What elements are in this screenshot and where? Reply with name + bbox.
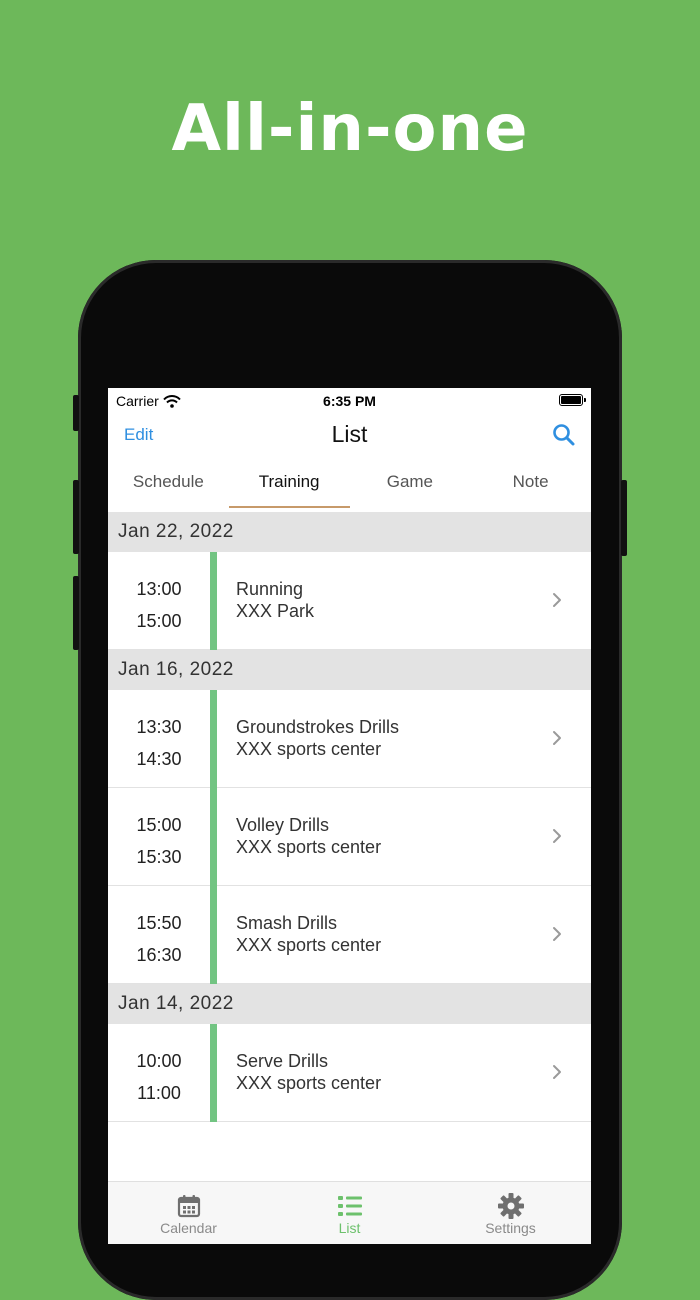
headline: All-in-one xyxy=(171,92,529,166)
tab-bar: Calendar List Settings xyxy=(108,1181,591,1244)
entry-title: Volley Drills xyxy=(236,815,330,835)
time-range: 15:50 16:30 xyxy=(108,907,210,971)
entry-location: XXX Park xyxy=(236,601,315,621)
entry-location: XXX sports center xyxy=(236,739,382,759)
end-time: 14:30 xyxy=(136,749,182,769)
entry-text: Running XXX Park xyxy=(236,578,314,622)
entry-location: XXX sports center xyxy=(236,837,382,857)
list-item[interactable]: 13:30 14:30 Groundstrokes Drills XXX spo… xyxy=(108,690,591,788)
search-icon[interactable] xyxy=(551,422,577,448)
time-range: 13:30 14:30 xyxy=(108,711,210,775)
entry-title: Smash Drills xyxy=(236,913,338,933)
category-bar xyxy=(210,690,217,788)
end-time: 16:30 xyxy=(136,945,182,965)
tabbar-label: List xyxy=(338,1220,361,1236)
section-header: Jan 14, 2022 xyxy=(108,984,591,1024)
phone-side-button xyxy=(621,480,627,556)
status-bar: Carrier 6:35 PM xyxy=(108,388,591,414)
category-bar xyxy=(210,886,217,984)
entry-title: Serve Drills xyxy=(236,1051,329,1071)
calendar-icon xyxy=(177,1195,200,1218)
phone-side-button xyxy=(73,480,79,554)
category-bar xyxy=(210,788,217,886)
end-time: 11:00 xyxy=(137,1083,181,1103)
tabbar-label: Settings xyxy=(485,1220,536,1236)
tab-game[interactable]: Game xyxy=(350,456,471,512)
navigation-bar: Edit List xyxy=(108,414,591,456)
gear-icon xyxy=(497,1193,524,1219)
start-time: 10:00 xyxy=(136,1051,182,1071)
segment-tabs: Schedule Training Game Note xyxy=(108,456,591,512)
training-list: Jan 22, 2022 13:00 15:00 Running XXX Par… xyxy=(108,512,591,1122)
entry-text: Smash Drills XXX sports center xyxy=(236,912,381,956)
list-item[interactable]: 10:00 11:00 Serve Drills XXX sports cent… xyxy=(108,1024,591,1122)
entry-location: XXX sports center xyxy=(236,1073,382,1093)
chevron-right-icon xyxy=(553,927,561,941)
list-item[interactable]: 15:00 15:30 Volley Drills XXX sports cen… xyxy=(108,788,591,886)
page-title: List xyxy=(331,421,368,447)
time-range: 13:00 15:00 xyxy=(108,573,210,637)
status-time: 6:35 PM xyxy=(323,393,376,409)
section-header: Jan 16, 2022 xyxy=(108,650,591,690)
chevron-right-icon xyxy=(553,829,561,843)
category-bar xyxy=(210,1024,217,1122)
chevron-right-icon xyxy=(553,1065,561,1079)
entry-title: Groundstrokes Drills xyxy=(236,717,400,737)
section-header: Jan 22, 2022 xyxy=(108,512,591,552)
tabbar-item-list[interactable]: List xyxy=(269,1182,430,1244)
entry-text: Groundstrokes Drills XXX sports center xyxy=(236,716,399,760)
end-time: 15:00 xyxy=(136,611,182,631)
phone-side-button xyxy=(73,395,79,431)
start-time: 13:00 xyxy=(136,579,182,599)
time-range: 15:00 15:30 xyxy=(108,809,210,873)
start-time: 15:00 xyxy=(136,815,182,835)
entry-text: Serve Drills XXX sports center xyxy=(236,1050,381,1094)
tab-training[interactable]: Training xyxy=(228,456,350,512)
entry-location: XXX sports center xyxy=(236,935,382,955)
category-bar xyxy=(210,552,217,650)
list-icon xyxy=(337,1196,362,1216)
battery-icon xyxy=(559,394,586,406)
start-time: 13:30 xyxy=(136,717,182,737)
time-range: 10:00 11:00 xyxy=(108,1045,210,1109)
tabbar-item-calendar[interactable]: Calendar xyxy=(108,1182,269,1244)
list-item[interactable]: 15:50 16:30 Smash Drills XXX sports cent… xyxy=(108,886,591,984)
list-item[interactable]: 13:00 15:00 Running XXX Park xyxy=(108,552,591,650)
tab-schedule[interactable]: Schedule xyxy=(108,456,229,512)
phone-side-button xyxy=(73,576,79,650)
chevron-right-icon xyxy=(553,593,561,607)
entry-text: Volley Drills XXX sports center xyxy=(236,814,381,858)
start-time: 15:50 xyxy=(136,913,182,933)
end-time: 15:30 xyxy=(136,847,182,867)
app-screen: Carrier 6:35 PM Edit List Schedule Train… xyxy=(108,388,591,1244)
tabbar-label: Calendar xyxy=(160,1220,217,1236)
tabbar-item-settings[interactable]: Settings xyxy=(430,1182,591,1244)
tab-note[interactable]: Note xyxy=(470,456,591,512)
entry-title: Running xyxy=(236,579,304,599)
chevron-right-icon xyxy=(553,731,561,745)
